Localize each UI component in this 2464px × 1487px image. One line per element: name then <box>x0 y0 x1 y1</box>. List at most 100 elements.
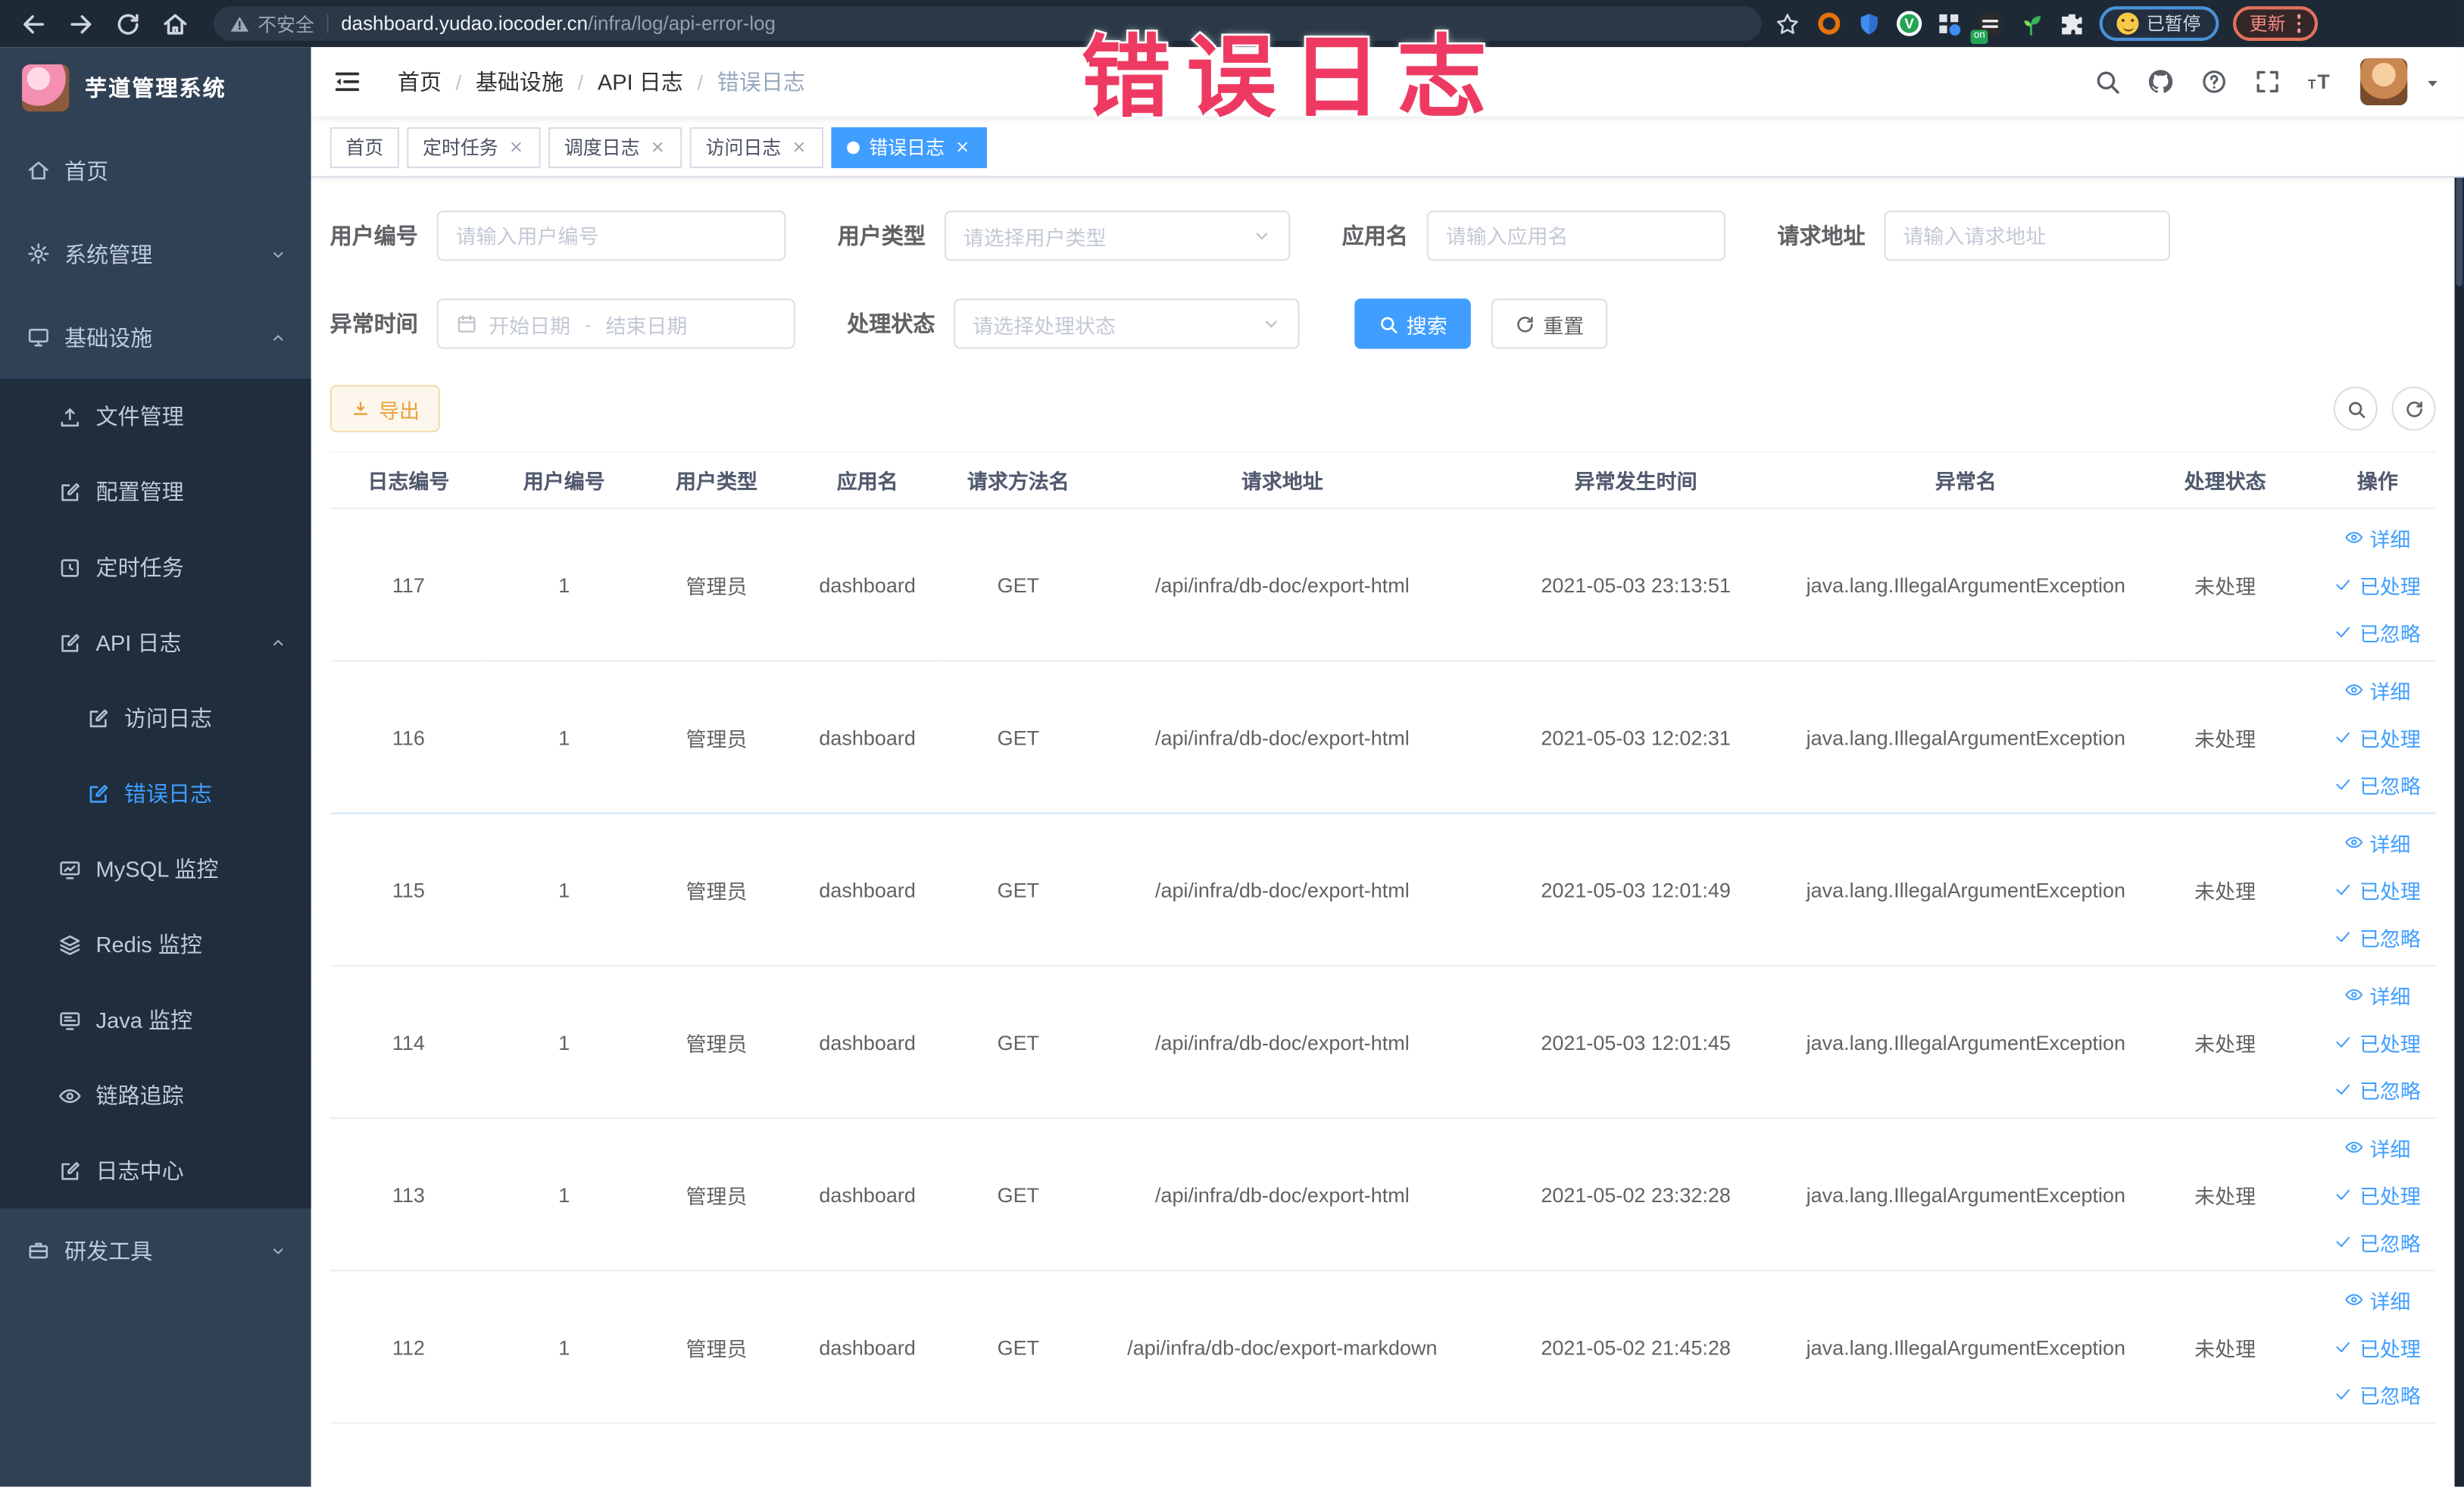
search-icon[interactable] <box>2093 67 2121 95</box>
processed-link[interactable]: 已处理 <box>2319 714 2436 761</box>
browser-refresh-icon[interactable] <box>114 10 141 36</box>
extension-sprout-icon[interactable] <box>2018 10 2044 36</box>
user-id-input[interactable] <box>436 210 786 261</box>
layers-icon <box>58 932 82 956</box>
sidebar-item-infrastructure[interactable]: 基础设施 <box>0 295 311 379</box>
ignored-link[interactable]: 已忽略 <box>2319 1370 2436 1417</box>
browser-menu-icon[interactable] <box>2297 14 2301 33</box>
processed-link[interactable]: 已处理 <box>2319 866 2436 913</box>
toggle-search-button[interactable] <box>2333 386 2378 431</box>
ignored-link[interactable]: 已忽略 <box>2319 1066 2436 1113</box>
request-url-label: 请求地址 <box>1777 223 1866 248</box>
sidebar-item-home[interactable]: 首页 <box>0 129 311 212</box>
ignored-link[interactable]: 已忽略 <box>2319 761 2436 808</box>
tag-close-icon[interactable] <box>954 139 971 156</box>
process-status-select[interactable]: 请选择处理状态 <box>954 298 1300 349</box>
extensions-puzzle-icon[interactable] <box>2059 10 2085 36</box>
sidebar-item-access-log[interactable]: 访问日志 <box>0 680 311 756</box>
ignored-link[interactable]: 已忽略 <box>2319 1218 2436 1265</box>
github-icon[interactable] <box>2147 67 2175 95</box>
app-name-input[interactable] <box>1426 210 1725 261</box>
check-icon <box>2334 927 2353 946</box>
extension-shield-icon[interactable] <box>1856 10 1882 36</box>
detail-link[interactable]: 详细 <box>2319 1123 2436 1170</box>
sidebar-item-redis-monitor[interactable]: Redis 监控 <box>0 907 311 982</box>
processed-link[interactable]: 已处理 <box>2319 1323 2436 1370</box>
extension-grid-icon[interactable] <box>1936 10 1963 36</box>
detail-link[interactable]: 详细 <box>2319 1276 2436 1323</box>
tag-access-log[interactable]: 访问日志 <box>689 127 824 167</box>
check-icon <box>2334 1385 2353 1404</box>
ignored-link[interactable]: 已忽略 <box>2319 608 2436 655</box>
sidebar-item-log-center[interactable]: 日志中心 <box>0 1132 311 1209</box>
detail-link[interactable]: 详细 <box>2319 667 2436 714</box>
sidebar-item-label: 日志中心 <box>95 1157 184 1184</box>
tag-close-icon[interactable] <box>507 139 525 156</box>
sidebar-item-config-management[interactable]: 配置管理 <box>0 454 311 530</box>
app-logo[interactable]: 芋道管理系统 <box>0 47 311 129</box>
tag-label: 访问日志 <box>705 136 782 159</box>
help-icon[interactable] <box>2200 67 2228 95</box>
sidebar-item-scheduled-job[interactable]: 定时任务 <box>0 530 311 605</box>
reset-button[interactable]: 重置 <box>1491 298 1608 349</box>
breadcrumb-item[interactable]: 首页 <box>398 66 442 97</box>
ignored-link[interactable]: 已忽略 <box>2319 913 2436 960</box>
detail-link[interactable]: 详细 <box>2319 819 2436 866</box>
cell-user_id: 1 <box>487 1270 642 1424</box>
tag-home[interactable]: 首页 <box>329 127 399 167</box>
detail-link[interactable]: 详细 <box>2319 514 2436 561</box>
tag-job-log[interactable]: 调度日志 <box>548 127 682 167</box>
font-size-icon[interactable]: TT <box>2307 67 2335 95</box>
sidebar-item-system-management[interactable]: 系统管理 <box>0 212 311 295</box>
paused-label: 已暂停 <box>2146 15 2201 35</box>
tag-error-log[interactable]: 错误日志 <box>831 127 988 167</box>
monitor-icon <box>27 325 50 348</box>
sidebar-item-mysql-monitor[interactable]: MySQL 监控 <box>0 831 311 908</box>
chevron-down-icon <box>269 245 288 264</box>
processed-link[interactable]: 已处理 <box>2319 1018 2436 1065</box>
page-scrollbar[interactable] <box>2454 47 2464 1487</box>
tag-label: 调度日志 <box>564 136 640 159</box>
tag-close-icon[interactable] <box>649 139 667 156</box>
sidebar-item-error-log[interactable]: 错误日志 <box>0 755 311 832</box>
detail-link[interactable]: 详细 <box>2319 971 2436 1018</box>
extension-v-icon[interactable]: V <box>1897 11 1922 36</box>
column-header-app: 应用名 <box>792 451 943 510</box>
user-type-select[interactable]: 请选择用户类型 <box>944 210 1291 261</box>
browser-update-pill[interactable]: 更新 <box>2231 6 2319 41</box>
bookmark-star-icon[interactable] <box>1774 10 1800 36</box>
extension-tampermonkey-icon[interactable]: on <box>1970 10 2003 44</box>
avatar-caret-down-icon[interactable] <box>2423 72 2442 91</box>
user-avatar[interactable] <box>2360 58 2408 105</box>
cell-time: 2021-05-03 12:01:49 <box>1470 813 1801 967</box>
sidebar-item-api-log[interactable]: API 日志 <box>0 604 311 681</box>
processed-link[interactable]: 已处理 <box>2319 1171 2436 1218</box>
cell-id: 113 <box>329 1118 488 1272</box>
processed-link[interactable]: 已处理 <box>2319 561 2436 608</box>
browser-back-icon[interactable] <box>20 10 47 36</box>
sidebar-item-trace[interactable]: 链路追踪 <box>0 1057 311 1133</box>
browser-forward-icon[interactable] <box>67 10 94 36</box>
sidebar-item-label: 研发工具 <box>64 1237 153 1263</box>
hamburger-icon[interactable] <box>332 66 363 97</box>
refresh-table-button[interactable] <box>2391 386 2436 431</box>
address-bar[interactable]: 不安全 dashboard.yudao.iocoder.cn/infra/log… <box>214 6 1762 41</box>
cell-app: dashboard <box>792 813 943 967</box>
tag-scheduled-job[interactable]: 定时任务 <box>407 127 541 167</box>
sidebar-item-dev-tools[interactable]: 研发工具 <box>0 1208 311 1292</box>
sidebar-item-java-monitor[interactable]: Java 监控 <box>0 982 311 1058</box>
browser-home-icon[interactable] <box>162 10 189 36</box>
exception-time-range-picker[interactable]: 开始日期 - 结束日期 <box>436 298 795 349</box>
fullscreen-icon[interactable] <box>2253 67 2281 95</box>
column-header-method: 请求方法名 <box>942 451 1094 510</box>
search-button[interactable]: 搜索 <box>1354 298 1471 349</box>
export-button[interactable]: 导出 <box>329 385 440 433</box>
breadcrumb-item[interactable]: 基础设施 <box>476 66 564 97</box>
extension-orange-icon[interactable] <box>1815 10 1841 36</box>
request-url-input[interactable] <box>1884 210 2171 261</box>
breadcrumb-item[interactable]: API 日志 <box>598 66 683 97</box>
sidebar-item-file-management[interactable]: 文件管理 <box>0 378 311 455</box>
tag-close-icon[interactable] <box>791 139 808 156</box>
profile-paused-pill[interactable]: 已暂停 <box>2099 6 2219 41</box>
sidebar-item-label: 链路追踪 <box>95 1082 184 1108</box>
